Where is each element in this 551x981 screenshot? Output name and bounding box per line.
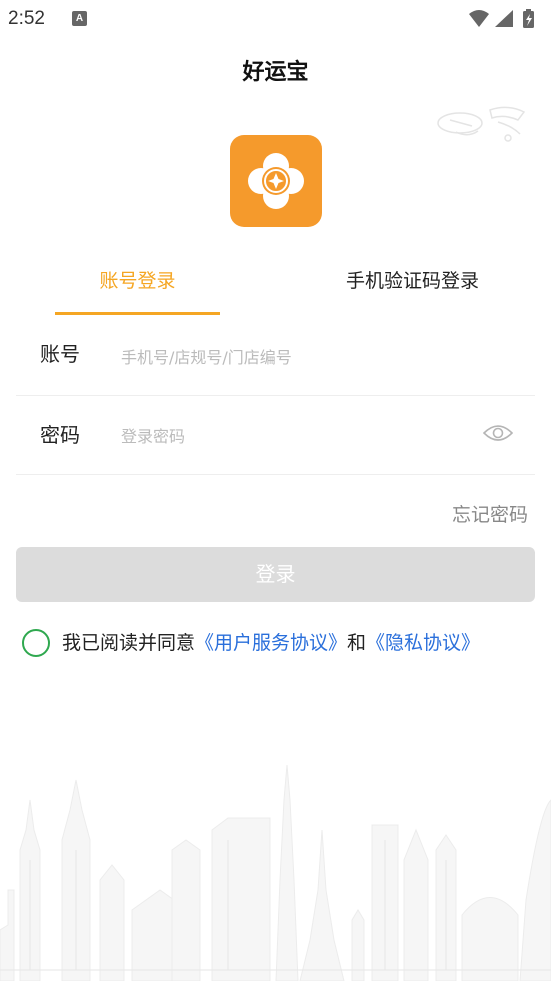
agreement-text: 我已阅读并同意《用户服务协议》和《隐私协议》 xyxy=(62,628,480,658)
status-bar: 2:52 A xyxy=(0,0,551,38)
password-input[interactable] xyxy=(121,419,481,453)
login-tabs: 账号登录 手机验证码登录 xyxy=(0,264,551,316)
tab-account-login[interactable]: 账号登录 xyxy=(55,264,220,316)
status-icons xyxy=(467,8,539,30)
user-agreement-link[interactable]: 《用户服务协议》 xyxy=(195,632,347,654)
agreement-conjunction: 和 xyxy=(347,632,367,654)
clover-coin-logo xyxy=(248,153,304,209)
decorative-sketch xyxy=(437,106,526,142)
account-row: 账号 xyxy=(16,318,535,396)
battery-charging-icon xyxy=(523,9,534,28)
eye-icon[interactable] xyxy=(483,423,513,443)
forgot-password-link[interactable]: 忘记密码 xyxy=(452,500,528,527)
agree-checkbox[interactable] xyxy=(22,629,50,657)
account-input[interactable] xyxy=(121,340,481,374)
password-label: 密码 xyxy=(40,423,80,447)
signal-icon xyxy=(495,10,513,27)
app-logo xyxy=(230,135,322,227)
login-button[interactable]: 登录 xyxy=(16,547,535,602)
privacy-policy-link[interactable]: 《隐私协议》 xyxy=(366,632,480,654)
active-tab-indicator xyxy=(55,312,220,315)
notification-icon: A xyxy=(72,11,87,26)
city-skyline-illustration xyxy=(0,764,551,981)
page-title: 好运宝 xyxy=(242,60,309,85)
agreement-prefix: 我已阅读并同意 xyxy=(62,632,196,654)
wifi-icon xyxy=(469,10,489,27)
password-row: 密码 xyxy=(16,397,535,475)
status-time: 2:52 xyxy=(8,8,45,29)
account-label: 账号 xyxy=(40,342,80,366)
tab-sms-login[interactable]: 手机验证码登录 xyxy=(300,264,525,316)
